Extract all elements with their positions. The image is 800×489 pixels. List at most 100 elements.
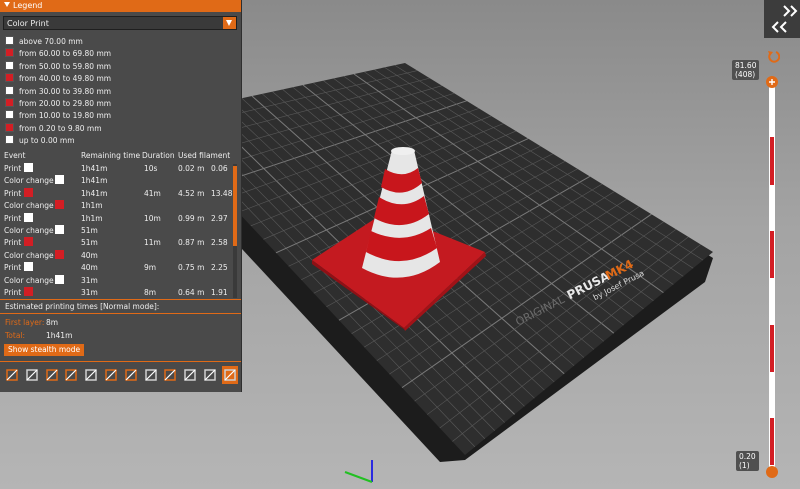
- view-type-select[interactable]: Color Print: [3, 16, 237, 30]
- estimated-times-label: Estimated printing times [Normal mode]:: [5, 302, 160, 311]
- legend-header[interactable]: Legend: [0, 0, 241, 12]
- range-label: from 20.00 to 29.80 mm: [19, 99, 112, 108]
- color-swatch: [5, 60, 14, 70]
- tool-changes-icon[interactable]: [103, 366, 119, 384]
- travel-icon[interactable]: [4, 366, 20, 384]
- double-chevron-icon: [771, 5, 798, 33]
- filament-weight: 1.91: [211, 288, 228, 297]
- filament-weight: 2.25: [211, 263, 228, 273]
- table-row[interactable]: Color change 1h1m: [4, 200, 232, 212]
- event-name: Color change: [4, 226, 54, 235]
- scrollbar-thumb[interactable]: [233, 166, 237, 246]
- upper-height: 81.60: [735, 61, 757, 70]
- collapse-triangle-icon[interactable]: [4, 2, 10, 7]
- remaining-time: 1h41m: [81, 176, 108, 186]
- range-label: up to 0.00 mm: [19, 136, 75, 146]
- table-row[interactable]: Print 1h41m 10s 0.02 m 0.06: [4, 163, 232, 175]
- collapse-sidebar-button[interactable]: [764, 0, 800, 38]
- color-swatch: [55, 175, 64, 185]
- total-label: Total:: [5, 331, 26, 340]
- wipe-icon[interactable]: [24, 366, 40, 384]
- event-name: Color change: [4, 250, 54, 260]
- remaining-time: 1h1m: [81, 201, 103, 211]
- color-swatch: [24, 212, 33, 222]
- color-swatch: [55, 200, 64, 210]
- remaining-time: 40m: [81, 263, 98, 273]
- duration: 10m: [144, 213, 161, 223]
- tool-marker-icon[interactable]: [221, 366, 238, 384]
- table-row[interactable]: Color change 51m: [4, 225, 232, 237]
- table-row[interactable]: Print 1h1m 10m 0.99 m 2.97: [4, 212, 232, 225]
- legend-range-item: above 70.00 mm: [5, 36, 83, 47]
- color-swatch: [24, 262, 33, 272]
- range-label: from 0.20 to 9.80 mm: [19, 123, 102, 133]
- table-row[interactable]: Color change 1h41m: [4, 175, 232, 187]
- color-swatch: [55, 225, 64, 234]
- lower-layer-handle[interactable]: [766, 466, 778, 478]
- color-swatch: [5, 98, 14, 107]
- chevron-down-icon[interactable]: [223, 17, 236, 29]
- col-remaining: Remaining time: [81, 151, 141, 160]
- first-layer-value: 8m: [46, 318, 59, 327]
- filament-weight: 0.06: [211, 164, 228, 173]
- table-row[interactable]: Color change 40m: [4, 249, 232, 262]
- event-name: Print: [4, 213, 22, 223]
- table-row[interactable]: Print 40m 9m 0.75 m 2.25: [4, 262, 232, 274]
- range-label: from 30.00 to 39.80 mm: [19, 86, 112, 96]
- legend-range-item: up to 0.00 mm: [5, 135, 75, 146]
- legend-range-item: from 30.00 to 39.80 mm: [5, 85, 112, 97]
- duration: 10s: [144, 164, 158, 173]
- filament-length: 0.87 m: [178, 238, 205, 248]
- center-of-gravity-icon[interactable]: [182, 366, 198, 384]
- seams-icon[interactable]: [83, 366, 99, 384]
- upper-layer-number: (408): [735, 70, 756, 79]
- color-segment: [770, 231, 774, 278]
- event-name: Print: [4, 164, 22, 173]
- range-label: above 70.00 mm: [19, 37, 83, 46]
- filament-length: 0.64 m: [178, 288, 205, 297]
- table-row[interactable]: Print 51m 11m 0.87 m 2.58: [4, 237, 232, 249]
- duration: 9m: [144, 263, 157, 273]
- color-swatch: [24, 187, 33, 197]
- first-layer-label: First layer:: [5, 318, 45, 327]
- color-swatch: [5, 122, 14, 132]
- color-swatch: [5, 85, 14, 95]
- event-name: Print: [4, 263, 22, 273]
- color-swatch: [5, 48, 14, 58]
- undo-arrow-icon[interactable]: [766, 49, 780, 63]
- color-segment: [770, 137, 774, 185]
- color-segment: [770, 325, 774, 372]
- shells-icon[interactable]: [202, 366, 218, 384]
- lower-layer-label: 0.20 (1): [736, 451, 759, 471]
- show-stealth-mode-button[interactable]: Show stealth mode: [4, 344, 85, 356]
- table-row[interactable]: Print 31m 8m 0.64 m 1.91: [4, 287, 232, 298]
- filament-length: 0.99 m: [178, 213, 205, 223]
- pause-prints-icon[interactable]: [143, 366, 159, 384]
- remaining-time: 1h1m: [81, 213, 103, 223]
- view-type-value: Color Print: [7, 19, 49, 28]
- range-label: from 10.00 to 19.80 mm: [19, 111, 112, 121]
- table-row[interactable]: Print 1h41m 41m 4.52 m 13.48: [4, 187, 232, 200]
- filament-weight: 2.58: [211, 238, 228, 248]
- plus-icon: [769, 79, 775, 85]
- retractions-icon[interactable]: [44, 366, 60, 384]
- legend-toolbar: [4, 366, 240, 386]
- custom-gcodes-icon[interactable]: [162, 366, 178, 384]
- legend-range-item: from 20.00 to 29.80 mm: [5, 98, 111, 109]
- table-row[interactable]: Color change 31m: [4, 274, 232, 287]
- range-label: from 60.00 to 69.80 mm: [19, 49, 112, 59]
- events-table[interactable]: Print 1h41m 10s 0.02 m 0.06 Color change 1h41m…: [0, 163, 232, 298]
- events-scrollbar[interactable]: [233, 164, 237, 298]
- deretractions-icon[interactable]: [63, 366, 79, 384]
- total-value: 1h41m: [46, 331, 73, 340]
- color-swatch: [5, 73, 14, 83]
- event-name: Print: [4, 238, 22, 248]
- remaining-time: 31m: [81, 275, 98, 285]
- upper-layer-handle[interactable]: [766, 76, 778, 88]
- color-changes-icon[interactable]: [123, 366, 139, 384]
- remaining-time: 31m: [81, 288, 98, 297]
- col-duration: Duration: [142, 151, 175, 160]
- lower-height: 0.20: [739, 452, 756, 461]
- event-name: Print: [4, 288, 22, 297]
- events-table-header: Event Remaining time Duration Used filam…: [4, 151, 238, 161]
